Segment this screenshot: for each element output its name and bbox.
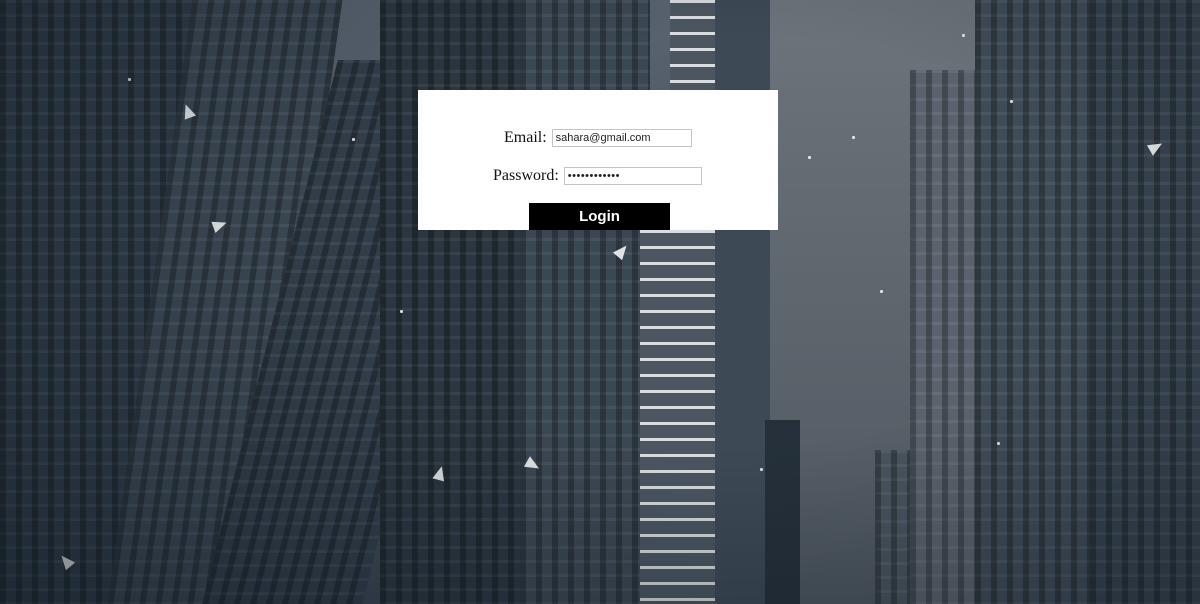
password-row: Password: xyxy=(493,167,702,185)
password-label: Password: xyxy=(493,167,559,184)
email-row: Email: xyxy=(504,129,692,147)
password-input[interactable] xyxy=(563,167,702,185)
login-form: Email: Password: Login xyxy=(418,90,778,230)
email-label: Email: xyxy=(504,129,547,146)
email-input[interactable] xyxy=(551,129,692,147)
login-button[interactable]: Login xyxy=(529,203,670,230)
